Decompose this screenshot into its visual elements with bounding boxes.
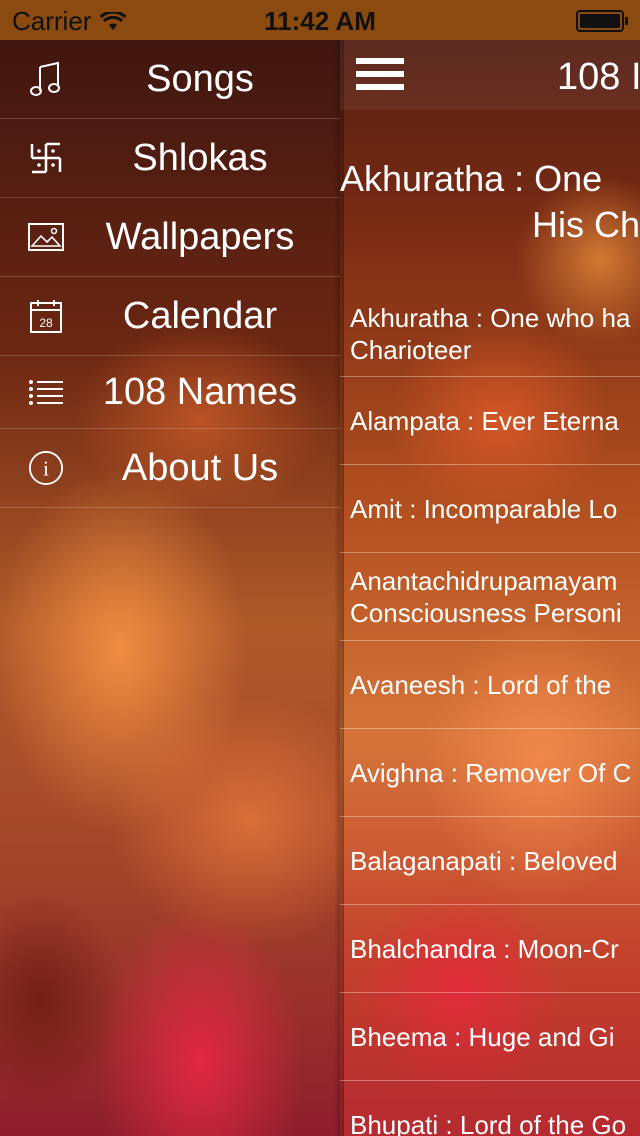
menu-label-shlokas: Shlokas (132, 136, 268, 179)
content-panel: Akhuratha : One His Ch Akhuratha : One w… (340, 0, 640, 1136)
info-icon: i (28, 448, 64, 488)
list-item[interactable]: Avaneesh : Lord of the (340, 640, 640, 728)
list-item[interactable]: Bhalchandra : Moon-Cr (340, 904, 640, 992)
menu-item-about-us[interactable]: i About Us (0, 429, 340, 508)
menu-label-108-names: 108 Names (102, 370, 298, 413)
list-item[interactable]: Anantachidrupamayam Consciousness Person… (340, 552, 640, 640)
list-item-text: Avaneesh : Lord of the (350, 669, 612, 700)
detail-heading-line2: His Ch (532, 204, 640, 245)
list-item[interactable]: Alampata : Ever Eterna (340, 376, 640, 464)
side-menu: Songs Shlokas Wallpapers 28 Calendar 108… (0, 40, 340, 508)
list-icon (28, 372, 64, 412)
list-item-text: Alampata : Ever Eterna (350, 405, 619, 436)
list-item-text: Bhalchandra : Moon-Cr (350, 933, 619, 964)
swastika-icon (28, 138, 64, 178)
list-item-text: Akhuratha : One who ha (350, 303, 631, 333)
list-item[interactable]: Amit : Incomparable Lo (340, 464, 640, 552)
list-item-text: Bheema : Huge and Gi (350, 1021, 615, 1052)
list-item-text: Charioteer (350, 335, 472, 365)
list-item-text: Avighna : Remover Of C (350, 757, 632, 788)
info-icon-glyph: i (43, 457, 49, 481)
menu-item-shlokas[interactable]: Shlokas (0, 119, 340, 198)
list-item-text: Anantachidrupamayam (350, 565, 618, 596)
calendar-icon-day: 28 (39, 316, 53, 330)
list-item-text: Amit : Incomparable Lo (350, 493, 618, 524)
menu-item-wallpapers[interactable]: Wallpapers (0, 198, 340, 277)
menu-item-songs[interactable]: Songs (0, 40, 340, 119)
menu-label-calendar: Calendar (122, 294, 278, 337)
image-icon (28, 217, 64, 257)
list-item-text: Balaganapati : Beloved (350, 845, 618, 876)
list-item[interactable]: Bheema : Huge and Gi (340, 992, 640, 1080)
menu-item-108-names[interactable]: 108 Names (0, 356, 340, 429)
list-item[interactable]: Avighna : Remover Of C (340, 728, 640, 816)
list-item[interactable]: Bhupati : Lord of the Go (340, 1080, 640, 1136)
list-item-text: Bhupati : Lord of the Go (350, 1110, 627, 1136)
menu-label-songs: Songs (146, 57, 254, 100)
music-note-icon (28, 59, 64, 99)
detail-heading-line1: Akhuratha : One (340, 158, 603, 199)
list-item[interactable]: Akhuratha : One who ha Charioteer (340, 290, 640, 376)
list-item[interactable]: Balaganapati : Beloved (340, 816, 640, 904)
menu-item-calendar[interactable]: 28 Calendar (0, 277, 340, 356)
list-item-text: Consciousness Personi (350, 597, 622, 628)
names-list: Akhuratha : One who ha Charioteer Alampa… (340, 290, 640, 1136)
calendar-icon: 28 (28, 296, 64, 336)
menu-label-about-us: About Us (121, 446, 279, 489)
menu-label-wallpapers: Wallpapers (105, 215, 295, 258)
